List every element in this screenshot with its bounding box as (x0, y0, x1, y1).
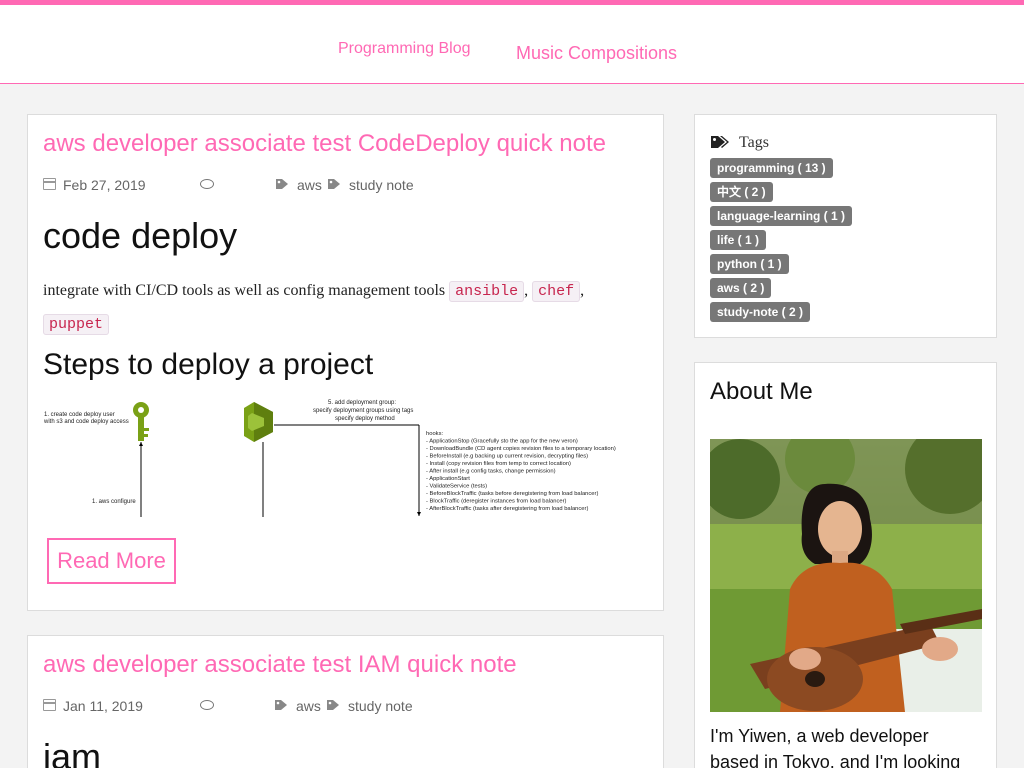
diagram-hook-line: - ApplicationStop (Gracefully sto the ap… (426, 439, 578, 445)
comment-icon[interactable] (200, 700, 214, 710)
post-date: Feb 27, 2019 (63, 177, 146, 193)
top-navigation-bar: Programming Blog Music Compositions (0, 0, 1024, 84)
post-tag-link[interactable]: aws (296, 698, 321, 714)
inline-code: chef (532, 281, 581, 302)
post-meta: Jan 11, 2019 aws study note (43, 698, 643, 716)
tag-pill-chinese[interactable]: 中文 ( 2 ) (710, 182, 773, 202)
tag-pill-language-learning[interactable]: language-learning ( 1 ) (710, 206, 853, 226)
post-heading: code deploy (43, 215, 238, 256)
deployment-diagram: 1. create code deploy user with s3 and c… (43, 398, 643, 520)
post-subheading: Steps to deploy a project (43, 348, 374, 381)
calendar-icon (43, 699, 56, 711)
post-title-link[interactable]: aws developer associate test CodeDeploy … (43, 130, 606, 158)
read-more-button[interactable]: Read More (47, 538, 176, 584)
diagram-hook-line: - ValidateService (tests) (426, 484, 487, 490)
codedeploy-icon (244, 402, 273, 442)
diagram-hook-line: hooks: (426, 431, 443, 437)
post-card: aws developer associate test IAM quick n… (27, 635, 664, 768)
post-tag-link[interactable]: aws (297, 177, 322, 193)
post-date: Jan 11, 2019 (63, 698, 143, 714)
diagram-text: 5. add deployment group: (328, 400, 396, 406)
diagram-text: specify deploy method (335, 416, 395, 422)
tags-widget: Tags programming ( 13 ) 中文 ( 2 ) languag… (694, 114, 997, 338)
post-title-link[interactable]: aws developer associate test IAM quick n… (43, 651, 517, 679)
inline-code: puppet (43, 314, 110, 335)
tags-title: Tags (739, 134, 769, 151)
tag-pill-python[interactable]: python ( 1 ) (710, 254, 789, 274)
nav-link-programming-blog[interactable]: Programming Blog (338, 40, 471, 58)
diagram-text: 1. create code deploy user (44, 412, 115, 418)
tag-pill-aws[interactable]: aws ( 2 ) (710, 278, 772, 298)
profile-photo (710, 439, 982, 712)
inline-code: ansible (449, 281, 525, 302)
diagram-hook-line: - ApplicationStart (426, 476, 470, 482)
post-meta: Feb 27, 2019 aws study note (43, 177, 643, 195)
nav-link-music-compositions[interactable]: Music Compositions (516, 43, 677, 64)
post-tag-link[interactable]: study note (348, 698, 413, 714)
diagram-text: 1. aws configure (92, 499, 136, 505)
post-paragraph: integrate with CI/CD tools as well as co… (43, 281, 585, 335)
tag-icon (276, 179, 288, 189)
iam-key-icon (133, 402, 149, 441)
diagram-hook-line: - AfterBlockTraffic (tasks after deregis… (426, 506, 588, 512)
comment-icon[interactable] (200, 179, 214, 189)
diagram-hook-line: - BeforeBlockTraffic (tasks before dereg… (426, 491, 598, 497)
paragraph-text: integrate with CI/CD tools as well as co… (43, 282, 446, 299)
diagram-hook-line: - DownloadBundle (CD agent copies revisi… (426, 446, 616, 452)
diagram-hook-line: - After install (e.g config tasks, chang… (426, 469, 556, 475)
tag-icon (327, 700, 339, 710)
calendar-icon (43, 178, 56, 190)
diagram-text: with s3 and code deploy access (43, 419, 129, 425)
about-text: I'm Yiwen, a web developer based in Toky… (710, 726, 961, 768)
about-title: About Me (710, 378, 813, 405)
diagram-hook-line: - Install (copy revision files from temp… (426, 461, 571, 467)
post-card: aws developer associate test CodeDeploy … (27, 114, 664, 611)
tag-icon (328, 179, 340, 189)
diagram-hook-line: - BlockTraffic (deregister instances fro… (426, 499, 567, 505)
tag-pill-study-note[interactable]: study-note ( 2 ) (710, 302, 810, 322)
post-tag-link[interactable]: study note (349, 177, 414, 193)
tag-pill-programming[interactable]: programming ( 13 ) (710, 158, 833, 178)
tags-icon (711, 136, 729, 148)
post-heading: iam (43, 736, 102, 768)
tag-icon (275, 700, 287, 710)
diagram-hook-line: - BeforeInstall (e.g backing up current … (426, 454, 588, 460)
tag-list: programming ( 13 ) 中文 ( 2 ) language-lea… (710, 158, 980, 326)
diagram-text: specify deployment groups using tags (313, 408, 413, 414)
about-widget: About Me I'm Yiwen, a web developer base… (694, 362, 997, 768)
tag-pill-life[interactable]: life ( 1 ) (710, 230, 767, 250)
